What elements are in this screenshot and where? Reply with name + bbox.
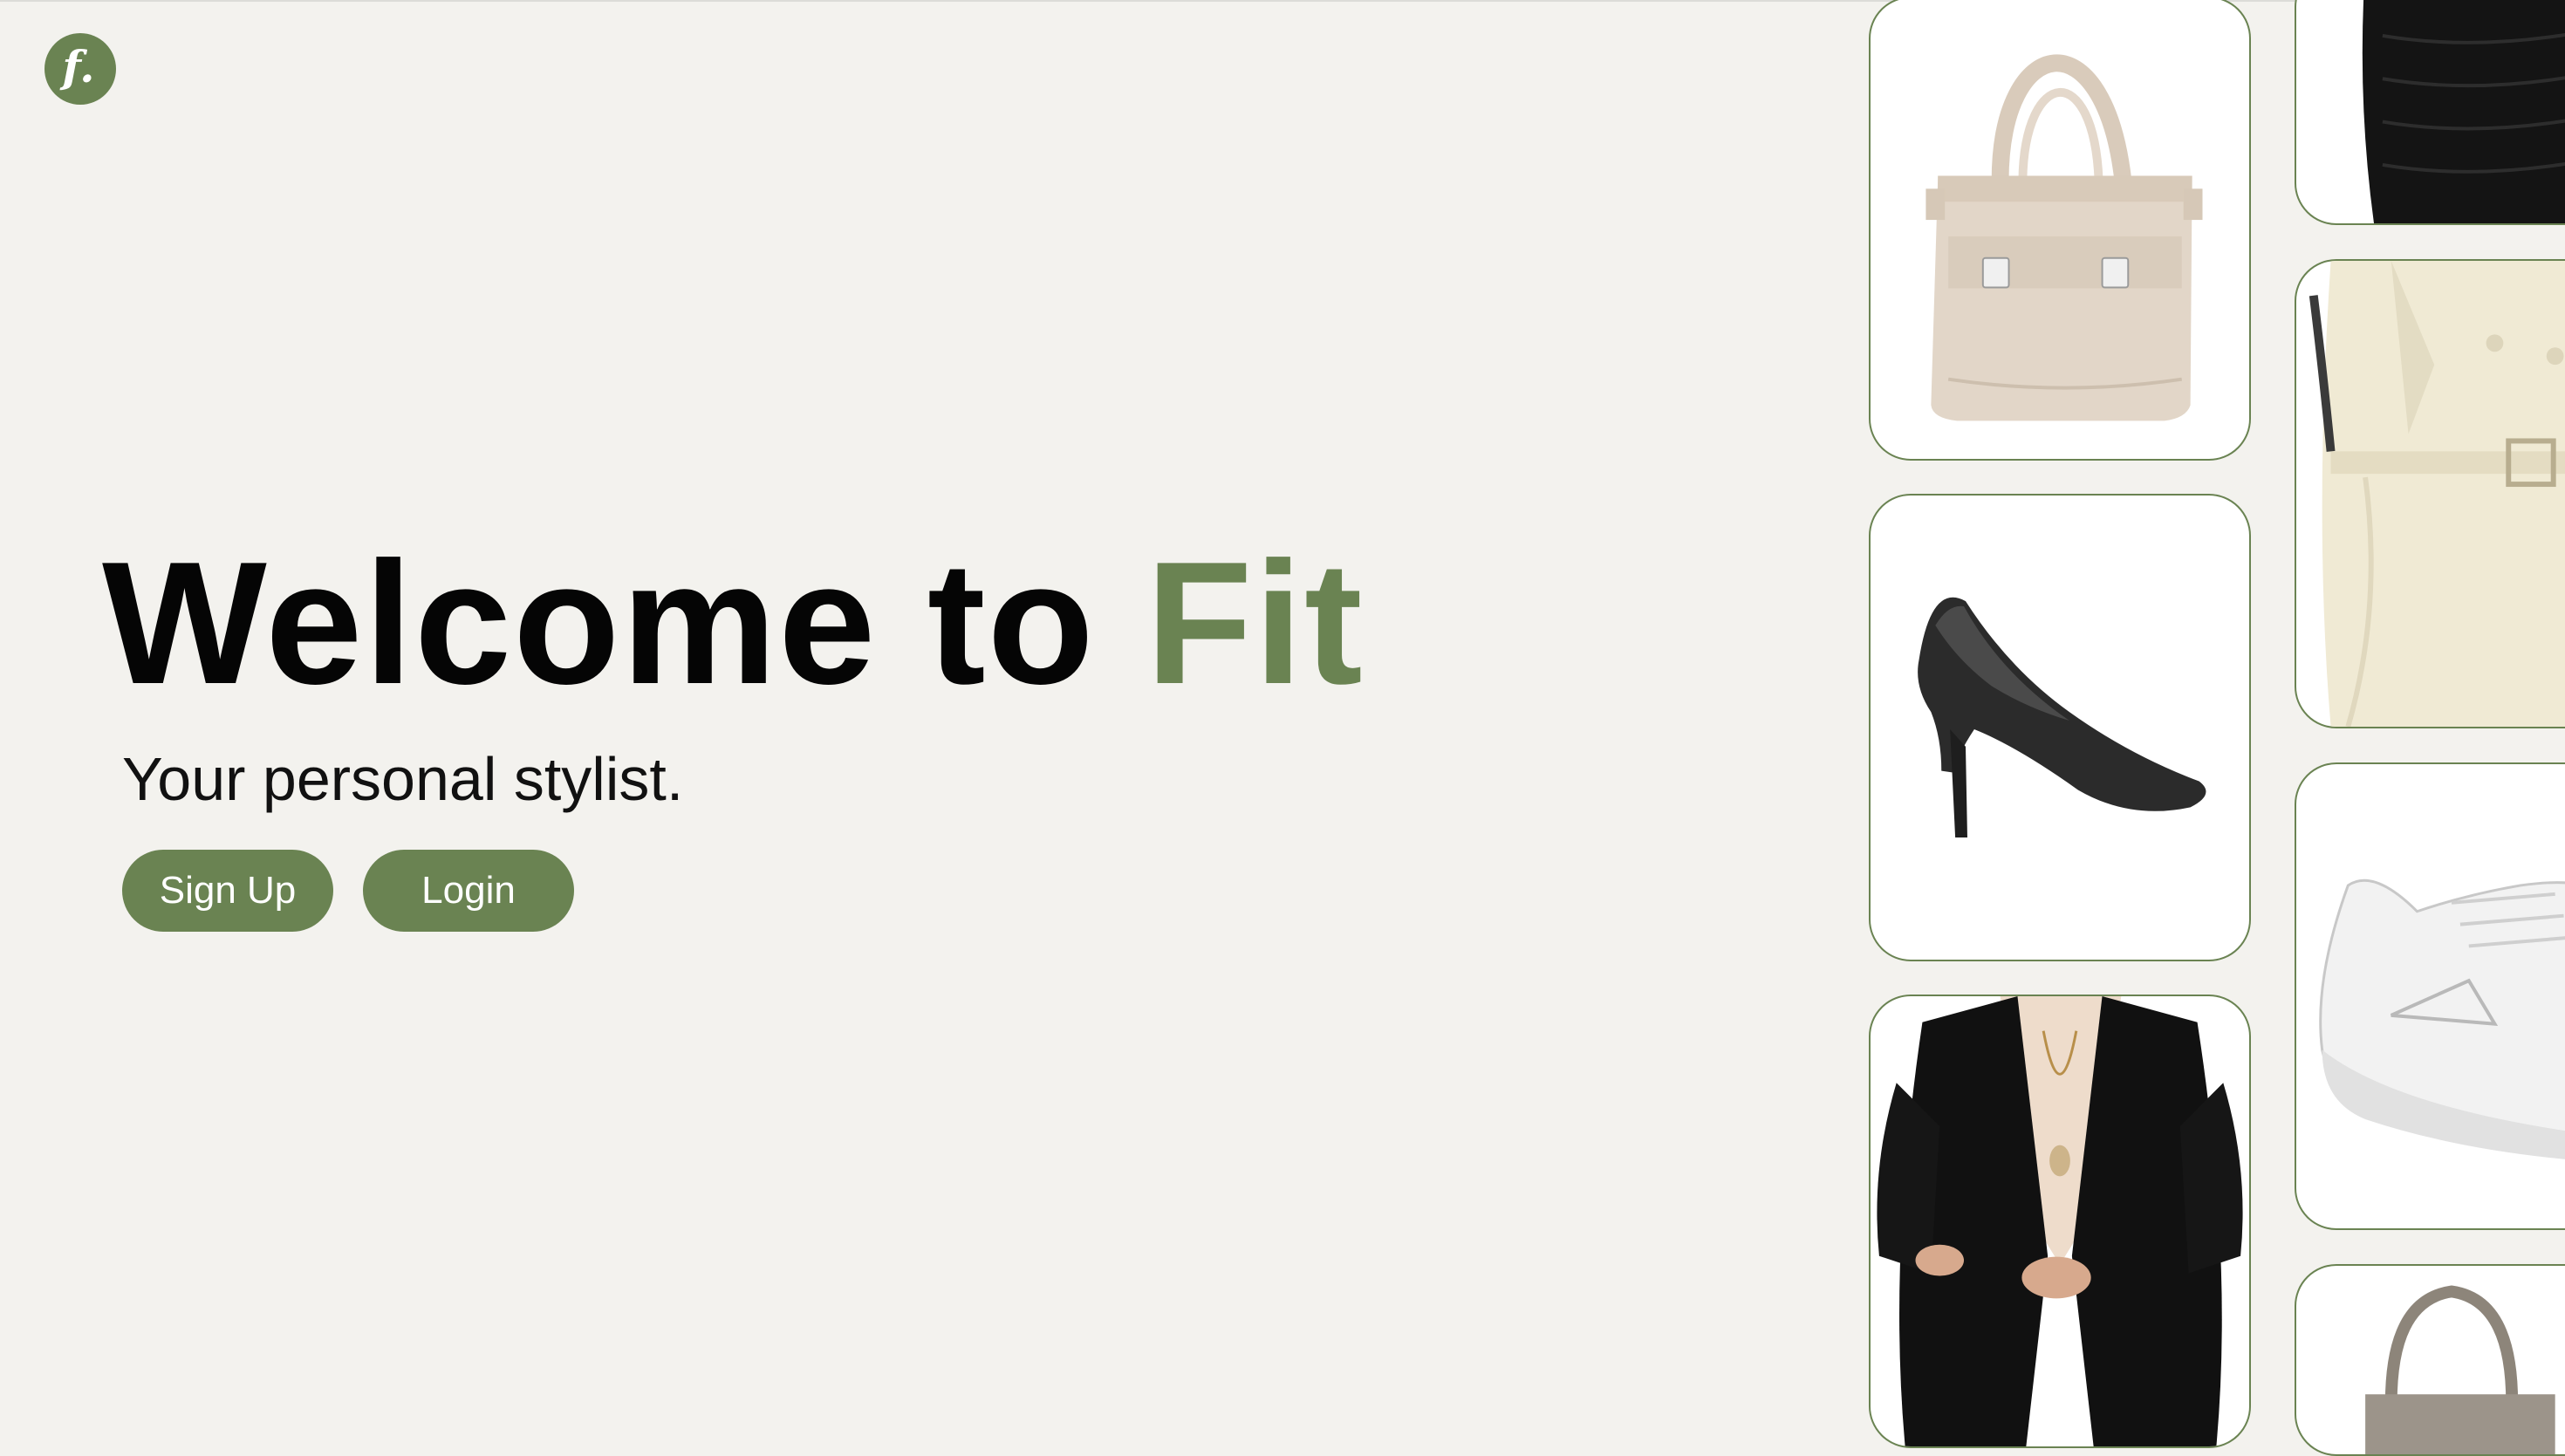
logo-letter: f. xyxy=(62,41,95,92)
trench-coat-icon xyxy=(2308,261,2565,727)
gallery-card-blazer[interactable] xyxy=(1869,995,2251,1448)
hero-tagline: Your personal stylist. xyxy=(122,745,684,813)
high-heel-icon xyxy=(1918,597,2206,838)
blazer-icon xyxy=(1877,996,2243,1446)
sneaker-icon xyxy=(2319,878,2565,1159)
gallery-card-heel[interactable] xyxy=(1869,494,2251,961)
hero-title-prefix: Welcome to xyxy=(102,526,1146,721)
grey-bag-icon xyxy=(2365,1285,2555,1454)
brand-logo[interactable]: f. xyxy=(44,33,116,105)
hero-title: Welcome to Fit xyxy=(102,523,1365,724)
gallery-card-bag[interactable] xyxy=(2295,1264,2565,1456)
handbag-icon xyxy=(1925,54,2203,421)
black-top-icon xyxy=(2362,0,2565,223)
gallery-card-coat[interactable] xyxy=(2295,259,2565,728)
login-button[interactable]: Login xyxy=(363,850,574,932)
gallery-card-sneaker[interactable] xyxy=(2295,762,2565,1230)
gallery-card-handbag[interactable] xyxy=(1869,0,2251,461)
gallery-card-top[interactable] xyxy=(2295,0,2565,225)
sign-up-button[interactable]: Sign Up xyxy=(122,850,333,932)
hero-title-accent: Fit xyxy=(1146,526,1365,721)
